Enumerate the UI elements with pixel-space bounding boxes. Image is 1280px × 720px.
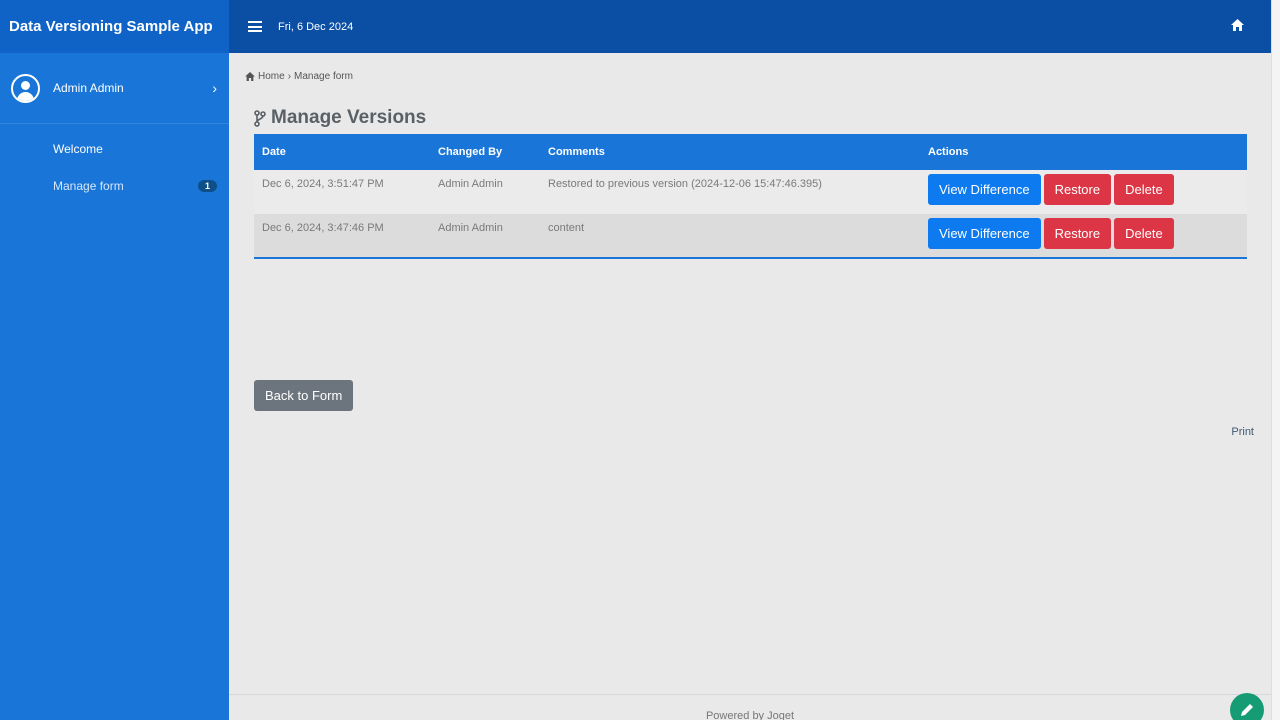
restore-button[interactable]: Restore	[1043, 174, 1112, 205]
cell-changed-by: Admin Admin	[430, 170, 540, 214]
home-icon[interactable]	[1231, 19, 1244, 31]
delete-button[interactable]: Delete	[1114, 174, 1174, 205]
table-header-row: Date Changed By Comments Actions	[254, 134, 1247, 170]
sidebar: Data Versioning Sample App Admin Admin ›…	[0, 0, 229, 720]
cell-comments: Restored to previous version (2024-12-06…	[540, 170, 920, 214]
table-row: Dec 6, 2024, 3:47:46 PM Admin Admin cont…	[254, 214, 1247, 258]
sidebar-item-welcome[interactable]: Welcome	[0, 130, 229, 167]
code-branch-icon	[254, 109, 266, 127]
cell-date: Dec 6, 2024, 3:47:46 PM	[254, 214, 430, 258]
column-header-changed-by[interactable]: Changed By	[430, 134, 540, 170]
versions-table: Date Changed By Comments Actions Dec 6, …	[254, 134, 1247, 259]
user-name: Admin Admin	[53, 81, 124, 95]
page-title-text: Manage Versions	[271, 107, 427, 128]
sidebar-item-label: Welcome	[53, 141, 103, 156]
breadcrumb-separator: ›	[287, 71, 292, 82]
edit-fab-button[interactable]	[1230, 693, 1264, 720]
sidebar-item-manage-form[interactable]: Manage form 1	[0, 167, 229, 204]
page-title: Manage Versions	[254, 107, 426, 129]
cell-changed-by: Admin Admin	[430, 214, 540, 258]
user-circle-icon	[11, 73, 40, 103]
sidebar-nav: Welcome Manage form 1	[0, 124, 229, 204]
view-difference-button[interactable]: View Difference	[928, 218, 1041, 249]
cell-actions: View Difference Restore Delete	[920, 170, 1247, 214]
view-difference-button[interactable]: View Difference	[928, 174, 1041, 205]
print-link[interactable]: Print	[1231, 426, 1254, 438]
breadcrumb: Home › Manage form	[245, 71, 353, 82]
column-header-actions: Actions	[920, 134, 1247, 170]
sidebar-item-label: Manage form	[53, 178, 124, 193]
breadcrumb-home-link[interactable]: Home	[258, 71, 285, 82]
cell-actions: View Difference Restore Delete	[920, 214, 1247, 258]
user-menu[interactable]: Admin Admin ›	[0, 53, 229, 124]
scrollbar[interactable]	[1271, 0, 1280, 720]
app-title[interactable]: Data Versioning Sample App	[0, 0, 229, 53]
pencil-icon	[1241, 704, 1253, 716]
back-to-form-button[interactable]: Back to Form	[254, 380, 354, 411]
cell-comments: content	[540, 214, 920, 258]
home-icon	[245, 72, 255, 81]
delete-button[interactable]: Delete	[1114, 218, 1174, 249]
table-row: Dec 6, 2024, 3:51:47 PM Admin Admin Rest…	[254, 170, 1247, 214]
cell-date: Dec 6, 2024, 3:51:47 PM	[254, 170, 430, 214]
column-header-date[interactable]: Date	[254, 134, 430, 170]
footer: Powered by Joget	[229, 694, 1271, 720]
column-header-comments[interactable]: Comments	[540, 134, 920, 170]
hamburger-icon[interactable]	[248, 21, 262, 32]
restore-button[interactable]: Restore	[1043, 218, 1112, 249]
chevron-right-icon: ›	[212, 80, 217, 96]
breadcrumb-current: Manage form	[294, 71, 353, 82]
count-badge: 1	[197, 179, 217, 192]
current-date: Fri, 6 Dec 2024	[278, 20, 354, 33]
top-bar: Fri, 6 Dec 2024	[229, 0, 1271, 53]
